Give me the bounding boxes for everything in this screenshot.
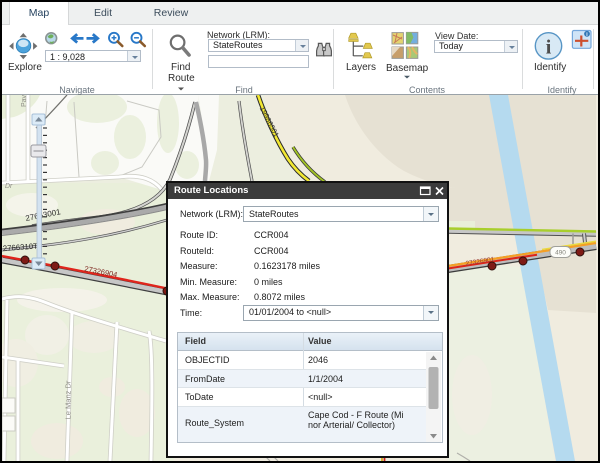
- svg-text:Pav: Pav: [21, 95, 28, 107]
- svg-text:490: 490: [555, 250, 566, 257]
- svg-text:Dr: Dr: [5, 183, 13, 190]
- svg-text:Le Manz Dr: Le Manz Dr: [64, 380, 73, 419]
- svg-text:i: i: [546, 37, 552, 59]
